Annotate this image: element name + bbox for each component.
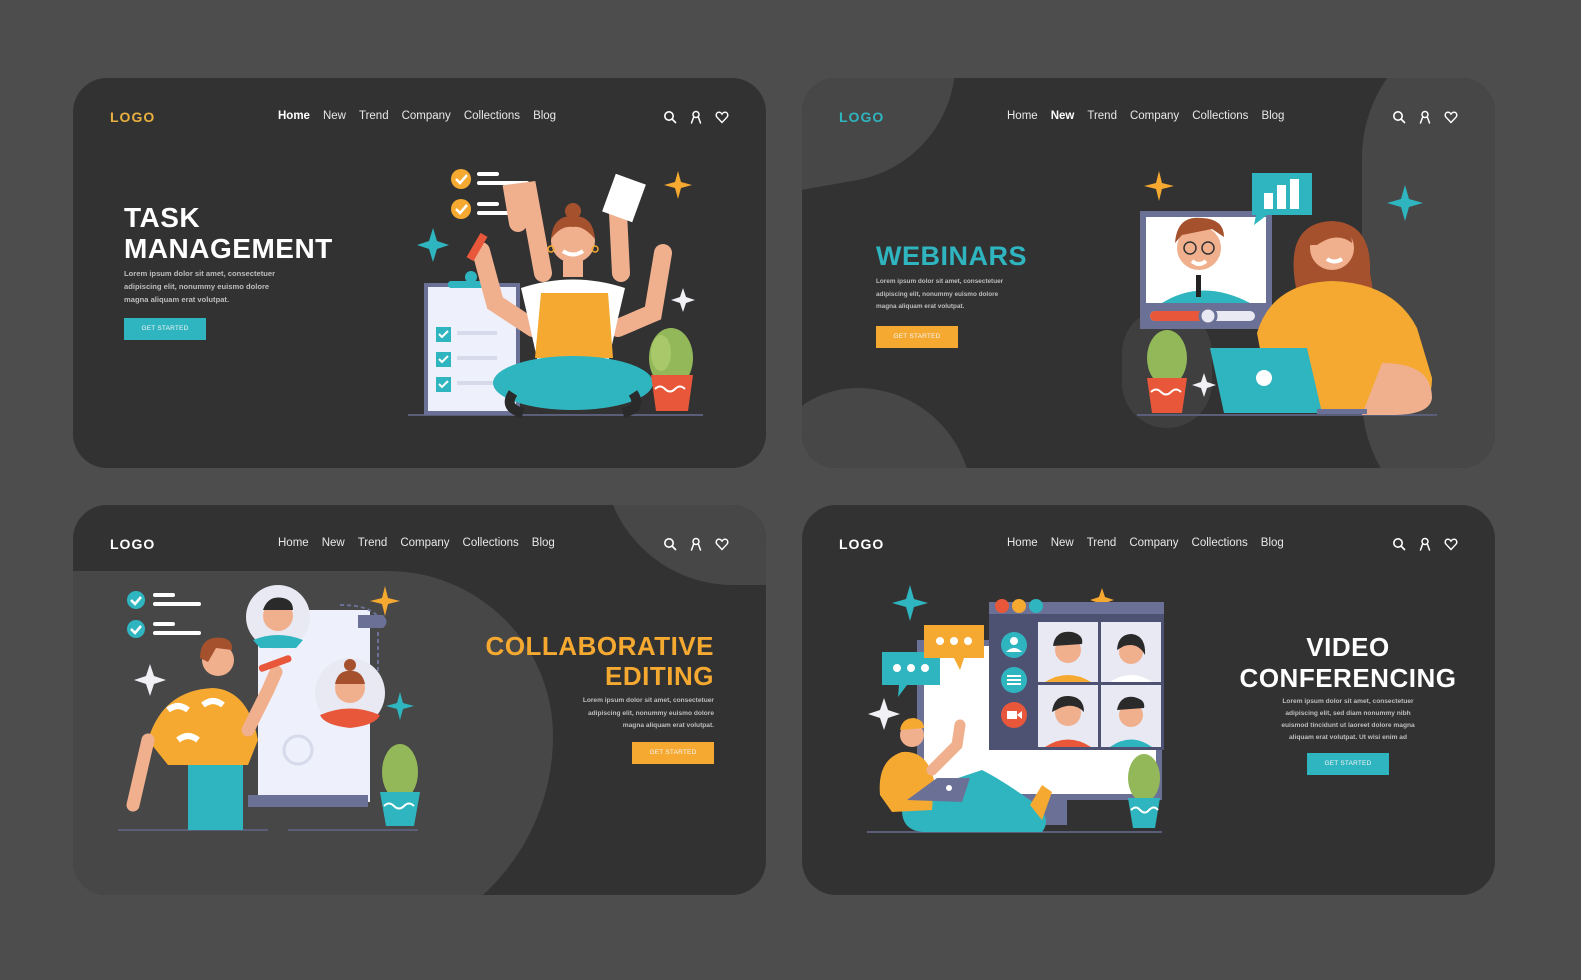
landing-card-task-management: LOGO Home New Trend Company Collections …: [73, 78, 766, 468]
sparkle-teal: [386, 692, 414, 720]
nav-icons: [1392, 110, 1458, 124]
nav-new[interactable]: New: [322, 537, 345, 549]
nav-blog[interactable]: Blog: [533, 110, 556, 122]
nav-new[interactable]: New: [1051, 110, 1075, 122]
search-icon[interactable]: [1392, 537, 1406, 551]
sparkle-orange: [1144, 171, 1174, 201]
nav-trend[interactable]: Trend: [1087, 110, 1117, 122]
heart-icon[interactable]: [715, 537, 729, 551]
sparkle-orange: [664, 171, 692, 199]
search-icon[interactable]: [663, 110, 677, 124]
hero: VIDEO CONFERENCING Lorem ipsum dolor sit…: [1222, 632, 1474, 775]
sparkle-white: [671, 288, 695, 312]
landing-card-collaborative-editing: LOGO Home New Trend Company Collections …: [73, 505, 766, 895]
collaborative-editing-illustration: [108, 580, 428, 840]
heart-icon[interactable]: [1444, 537, 1458, 551]
nav-menu: Home New Trend Company Collections Blog: [1007, 537, 1297, 549]
user-icon[interactable]: [1418, 537, 1432, 551]
nav-home[interactable]: Home: [278, 537, 309, 549]
hero-title: TASK MANAGEMENT: [124, 202, 333, 264]
logo[interactable]: LOGO: [839, 536, 884, 552]
nav-menu: Home New Trend Company Collections Blog: [278, 537, 568, 549]
hero-description: Lorem ipsum dolor sit amet, consectetuer…: [876, 278, 1004, 310]
search-icon[interactable]: [1392, 110, 1406, 124]
user-icon[interactable]: [1418, 110, 1432, 124]
sparkle-teal: [1387, 185, 1423, 221]
nav-trend[interactable]: Trend: [358, 537, 388, 549]
decor-blob-top-left: [802, 78, 975, 195]
nav-home[interactable]: Home: [278, 110, 310, 122]
nav-company[interactable]: Company: [400, 537, 449, 549]
nav-home[interactable]: Home: [1007, 110, 1038, 122]
navbar: LOGO Home New Trend Company Collections …: [73, 106, 766, 130]
heart-icon[interactable]: [1444, 110, 1458, 124]
sparkle-teal: [892, 585, 928, 621]
nav-collections[interactable]: Collections: [1192, 110, 1248, 122]
hero-description: Lorem ipsum dolor sit amet, consectetuer…: [124, 269, 276, 304]
nav-icons: [1392, 537, 1458, 551]
hero: COLLABORATIVE EDITING Lorem ipsum dolor …: [473, 631, 714, 764]
user-icon[interactable]: [689, 537, 703, 551]
sparkle-white: [868, 698, 900, 730]
heart-icon[interactable]: [715, 110, 729, 124]
nav-new[interactable]: New: [1051, 537, 1074, 549]
hero: TASK MANAGEMENT Lorem ipsum dolor sit am…: [124, 202, 364, 340]
nav-trend[interactable]: Trend: [1087, 537, 1117, 549]
nav-company[interactable]: Company: [402, 110, 451, 122]
hero-title: VIDEO CONFERENCING: [1239, 632, 1457, 693]
nav-menu: Home New Trend Company Collections Blog: [278, 110, 569, 122]
navbar: LOGO Home New Trend Company Collections …: [802, 106, 1495, 130]
search-icon[interactable]: [663, 537, 677, 551]
hero-title: WEBINARS: [876, 241, 1027, 271]
sparkle-white: [1192, 373, 1216, 397]
hero-title: COLLABORATIVE EDITING: [485, 631, 714, 691]
nav-collections[interactable]: Collections: [1192, 537, 1248, 549]
decor-blob-bottom-left: [802, 388, 972, 468]
nav-collections[interactable]: Collections: [463, 537, 519, 549]
multitasking-woman-illustration: [403, 163, 713, 423]
nav-new[interactable]: New: [323, 110, 346, 122]
logo[interactable]: LOGO: [839, 109, 884, 125]
nav-blog[interactable]: Blog: [1261, 537, 1284, 549]
logo[interactable]: LOGO: [110, 109, 155, 125]
nav-menu: Home New Trend Company Collections Blog: [1007, 110, 1297, 122]
user-icon[interactable]: [689, 110, 703, 124]
nav-blog[interactable]: Blog: [532, 537, 555, 549]
logo[interactable]: LOGO: [110, 536, 155, 552]
nav-icons: [663, 537, 729, 551]
video-conferencing-illustration: [862, 580, 1182, 840]
nav-blog[interactable]: Blog: [1261, 110, 1284, 122]
nav-home[interactable]: Home: [1007, 537, 1038, 549]
landing-card-video-conferencing: LOGO Home New Trend Company Collections …: [802, 505, 1495, 895]
nav-collections[interactable]: Collections: [464, 110, 520, 122]
sparkle-orange: [370, 586, 400, 616]
nav-company[interactable]: Company: [1129, 537, 1178, 549]
nav-company[interactable]: Company: [1130, 110, 1179, 122]
get-started-button[interactable]: GET STARTED: [1307, 753, 1389, 775]
sparkle-teal: [417, 228, 449, 262]
get-started-button[interactable]: GET STARTED: [632, 741, 714, 764]
get-started-button[interactable]: GET STARTED: [124, 318, 206, 340]
navbar: LOGO Home New Trend Company Collections …: [73, 533, 766, 557]
hero-description: Lorem ipsum dolor sit amet, consectetuer…: [1281, 698, 1415, 741]
nav-trend[interactable]: Trend: [359, 110, 389, 122]
hero-description: Lorem ipsum dolor sit amet, consectetuer…: [582, 697, 714, 729]
webinar-illustration: [1132, 163, 1452, 423]
nav-icons: [663, 110, 729, 124]
landing-card-webinars: LOGO Home New Trend Company Collections …: [802, 78, 1495, 468]
hero: WEBINARS Lorem ipsum dolor sit amet, con…: [876, 241, 1056, 348]
get-started-button[interactable]: GET STARTED: [876, 325, 958, 348]
navbar: LOGO Home New Trend Company Collections …: [802, 533, 1495, 557]
sparkle-white: [134, 664, 166, 696]
